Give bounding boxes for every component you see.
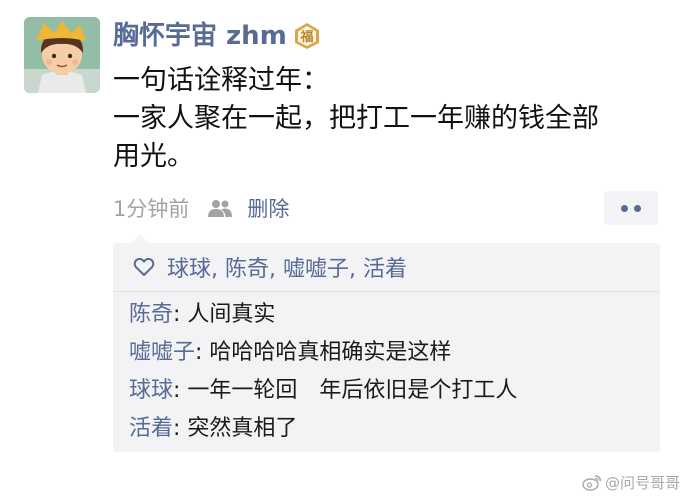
comment-text: 哈哈哈哈真相确实是这样	[209, 340, 452, 365]
cartoon-boy-avatar-image	[24, 17, 100, 93]
comment-separator: :	[173, 416, 188, 441]
fu-badge-icon: 福	[294, 23, 319, 49]
comment-item[interactable]: 嘘嘘子: 哈哈哈哈真相确实是这样	[113, 334, 660, 372]
more-dot	[621, 204, 628, 212]
post-text: 一句话诠释过年： 一家人聚在一起，把打工一年赚的钱全部 用光。	[113, 62, 673, 176]
comment-text: 一年一轮回 年后依旧是个打工人	[187, 378, 518, 403]
heart-outline-icon	[133, 257, 155, 276]
comment-separator: :	[173, 302, 188, 327]
more-button[interactable]	[604, 191, 658, 225]
more-dot	[634, 204, 641, 212]
comment-item[interactable]: 陈奇: 人间真实	[113, 296, 660, 334]
comment-author[interactable]: 活着	[129, 416, 173, 441]
comment-item[interactable]: 球球: 一年一轮回 年后依旧是个打工人	[113, 372, 660, 410]
comment-text: 突然真相了	[187, 416, 298, 441]
comment-item[interactable]: 活着: 突然真相了	[113, 410, 660, 448]
watermark: @问号哥哥	[582, 472, 680, 493]
comment-author[interactable]: 陈奇	[129, 302, 173, 327]
people-icon[interactable]	[207, 198, 233, 218]
comment-author[interactable]: 嘘嘘子	[129, 340, 195, 365]
fu-badge-text: 福	[299, 29, 313, 45]
post-line: 用光。	[113, 141, 194, 172]
comment-separator: :	[195, 340, 210, 365]
author-name[interactable]: 胸怀宇宙 zhm	[113, 19, 287, 53]
post-line: 一句话诠释过年：	[113, 65, 329, 96]
likes-names[interactable]: 球球, 陈奇, 嘘嘘子, 活着	[167, 251, 407, 283]
post-line: 一家人聚在一起，把打工一年赚的钱全部	[113, 103, 599, 134]
post-meta: 1分钟前 删除	[113, 191, 289, 225]
avatar[interactable]	[24, 17, 100, 93]
author-name-line: 胸怀宇宙 zhm 福	[113, 19, 321, 53]
comment-text: 人间真实	[187, 302, 276, 327]
comment-list: 陈奇: 人间真实 嘘嘘子: 哈哈哈哈真相确实是这样 球球: 一年一轮回 年后依旧…	[113, 292, 660, 448]
delete-button[interactable]: 删除	[247, 193, 289, 223]
comment-author[interactable]: 球球	[129, 378, 173, 403]
interaction-panel: 球球, 陈奇, 嘘嘘子, 活着 陈奇: 人间真实 嘘嘘子: 哈哈哈哈真相确实是这…	[113, 234, 660, 452]
post-time: 1分钟前	[113, 197, 190, 221]
likes-row: 球球, 陈奇, 嘘嘘子, 活着	[113, 243, 660, 292]
comment-separator: :	[173, 378, 188, 403]
weibo-logo-icon	[582, 475, 602, 491]
watermark-text: @问号哥哥	[604, 474, 680, 492]
